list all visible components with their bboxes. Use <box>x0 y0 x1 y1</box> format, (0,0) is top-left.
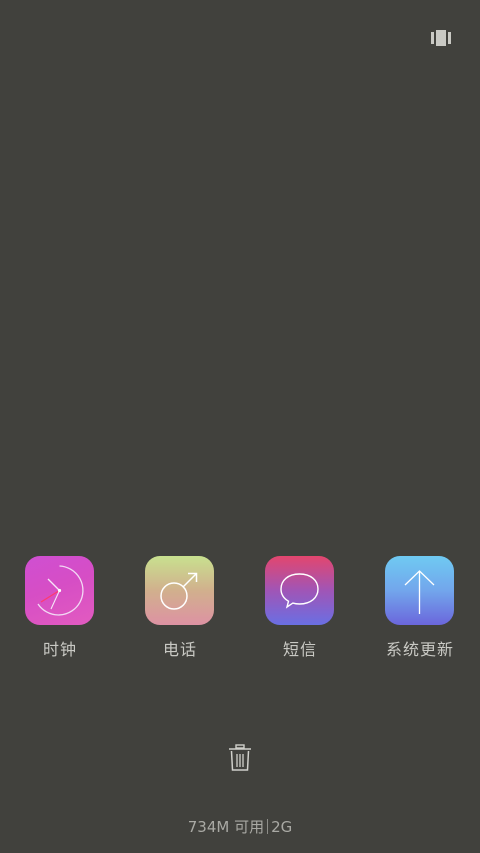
phone-app-icon[interactable] <box>145 556 214 625</box>
sms-app-icon[interactable] <box>265 556 334 625</box>
recent-apps-row: 时钟 电话 短信 系统更新 <box>0 556 480 666</box>
app-label-system-update: 系统更新 <box>385 640 454 659</box>
app-system-update[interactable]: 系统更新 <box>360 556 480 666</box>
app-clock[interactable]: 时钟 <box>0 556 120 666</box>
recents-screen: 时钟 电话 短信 系统更新 734M 可用 2G <box>0 0 480 853</box>
male-symbol-icon <box>160 572 198 610</box>
app-label-phone: 电话 <box>162 640 197 659</box>
memory-divider <box>267 819 269 834</box>
app-sms[interactable]: 短信 <box>240 556 360 666</box>
chat-bubble-icon <box>280 573 319 609</box>
recent-layout-icon[interactable] <box>431 30 451 46</box>
memory-total: 2G <box>271 818 293 836</box>
arrow-up-icon <box>404 570 435 614</box>
memory-available: 734M 可用 <box>187 818 265 836</box>
clock-icon <box>37 565 84 616</box>
memory-status: 734M 可用 2G <box>0 816 480 837</box>
clock-app-icon[interactable] <box>25 556 94 625</box>
system-update-app-icon[interactable] <box>385 556 454 625</box>
app-label-clock: 时钟 <box>42 640 77 659</box>
app-label-sms: 短信 <box>282 640 317 659</box>
trash-icon[interactable] <box>228 744 252 772</box>
app-phone[interactable]: 电话 <box>120 556 240 666</box>
